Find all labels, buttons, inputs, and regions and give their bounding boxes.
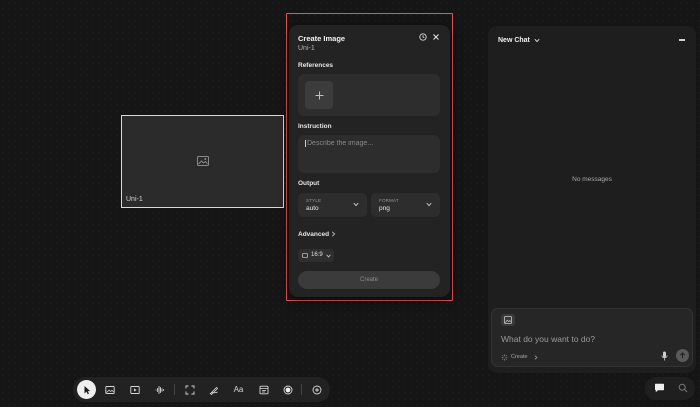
create-button[interactable]: Create [298,271,440,289]
toolbar-divider [174,384,175,395]
image-icon [504,316,512,324]
panel-title: Create Image [298,34,346,43]
instruction-input[interactable] [305,140,433,147]
style-select[interactable]: STYLE auto [298,193,367,217]
create-image-panel: Create Image Uni-1 References Instructio… [289,25,450,297]
image-tool[interactable] [100,380,119,399]
bottom-right-controls [645,377,695,400]
canvas-image-node[interactable]: Uni-1 [121,115,284,208]
chat-panel: New Chat No messages Create [488,26,696,373]
note-icon [259,385,268,394]
chevron-down-icon[interactable] [534,38,540,43]
add-icon [312,385,321,394]
format-label: FORMAT [379,198,399,203]
draw-tool[interactable] [204,380,223,399]
image-icon [104,385,115,394]
chat-input[interactable] [501,334,671,344]
chevron-right-icon [534,355,538,360]
chevron-right-icon [331,231,336,237]
text-tool[interactable]: Aa [229,380,248,399]
frame-tool[interactable] [180,380,199,399]
image-placeholder-icon [197,156,209,166]
video-tool[interactable] [125,380,144,399]
add-reference-button[interactable] [305,81,333,109]
chevron-down-icon [426,202,432,207]
pointer-icon [84,385,90,394]
chat-title[interactable]: New Chat [498,37,530,44]
history-icon[interactable] [419,33,427,41]
draw-icon [209,386,218,395]
panel-model-name: Uni-1 [298,45,315,52]
sparkle-icon [501,354,508,361]
references-label: References [298,62,334,69]
empty-state-text: No messages [572,176,612,183]
plus-icon [315,91,323,99]
bottom-toolbar: Aa [73,377,330,402]
close-icon[interactable] [432,33,440,41]
instruction-box [298,135,440,173]
search-icon[interactable] [678,383,688,393]
pointer-tool[interactable] [77,380,96,399]
arrow-up-icon [679,352,686,359]
advanced-toggle[interactable]: Advanced [298,231,329,238]
aspect-ratio-select[interactable]: 16:9 [298,249,334,262]
aspect-ratio-value: 16:9 [311,252,323,258]
output-label: Output [298,180,320,187]
chat-composer: Create [491,308,693,367]
video-icon [129,385,140,394]
references-box [298,74,440,116]
format-value: png [379,205,390,212]
aspect-ratio-icon [302,253,308,258]
chevron-down-icon [353,202,359,207]
minimize-icon[interactable] [679,39,685,41]
format-select[interactable]: FORMAT png [371,193,440,217]
style-value: auto [306,205,319,212]
send-button[interactable] [676,349,689,362]
style-label: STYLE [306,198,322,203]
note-tool[interactable] [254,380,273,399]
microphone-icon[interactable] [661,351,668,361]
chat-bubble-icon[interactable] [654,383,665,393]
toolbar-divider [301,384,302,395]
node-label: Uni-1 [126,196,143,203]
attach-image-button[interactable] [501,314,515,326]
audio-icon [155,385,164,394]
add-tool[interactable] [307,380,326,399]
text-tool-label: Aa [233,385,244,394]
record-icon [283,385,292,394]
audio-tool[interactable] [150,380,169,399]
record-tool[interactable] [278,380,297,399]
frame-icon [185,385,194,394]
mode-select[interactable]: Create [511,354,528,360]
instruction-label: Instruction [298,123,332,130]
chevron-down-icon [326,254,331,258]
